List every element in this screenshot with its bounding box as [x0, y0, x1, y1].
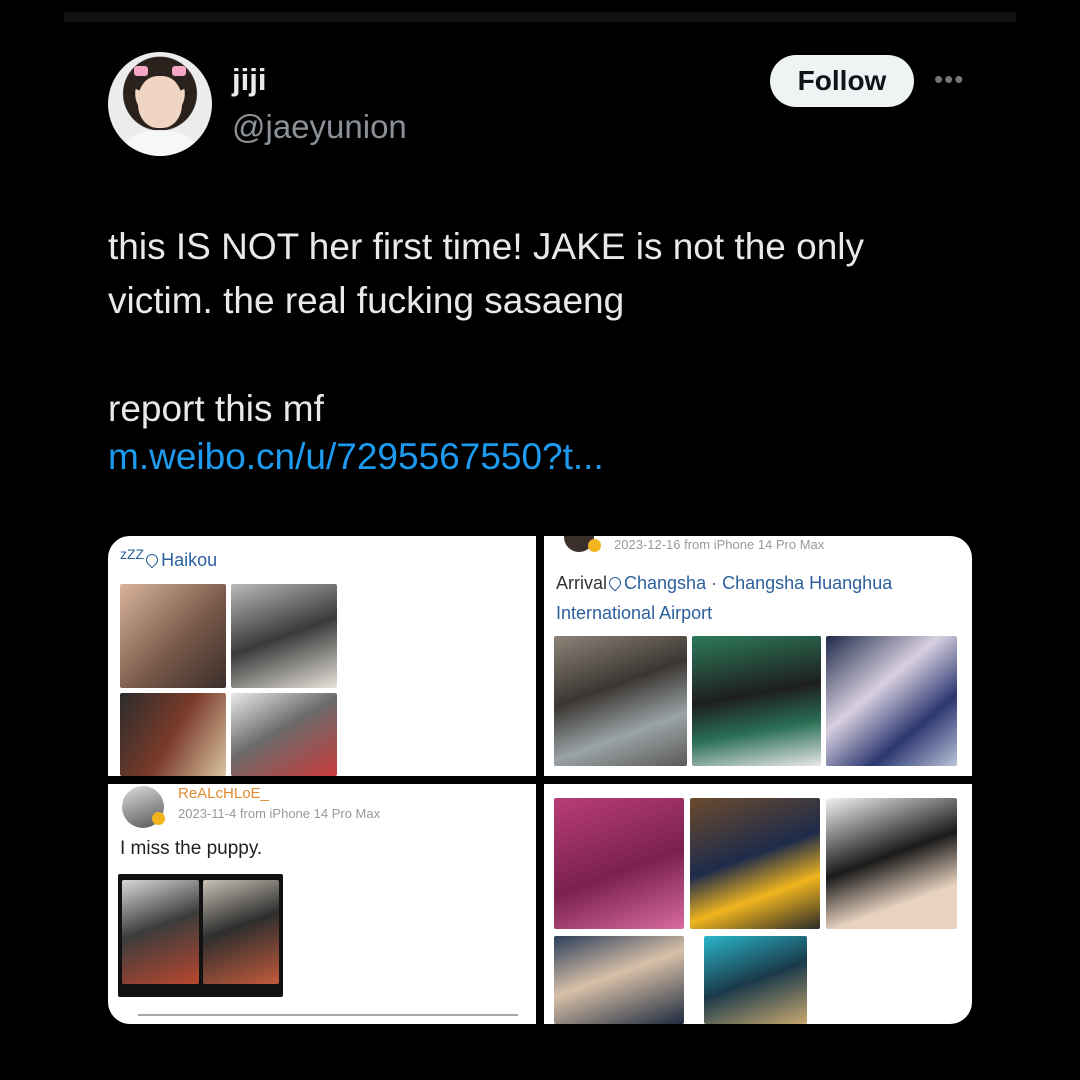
media-image-1[interactable]: zZZ Haikou — [108, 536, 536, 776]
verified-badge-icon — [588, 539, 601, 552]
media-image-4[interactable] — [544, 784, 972, 1024]
media-image-2[interactable]: 2023-12-16 from iPhone 14 Pro Max Arriva… — [544, 536, 972, 776]
poster-name: ReALcHLoE_ — [178, 785, 269, 802]
photo-thumb — [203, 880, 279, 984]
verified-badge-icon — [152, 812, 165, 825]
photo-thumb — [826, 798, 957, 929]
location-label: zZZ Haikou — [120, 546, 217, 571]
follow-button[interactable]: Follow — [770, 55, 914, 107]
top-divider — [64, 12, 1016, 22]
photo-thumb — [554, 798, 684, 929]
photo-thumb — [692, 636, 821, 766]
arrival-label: Arrival — [556, 573, 608, 593]
photo-thumb — [120, 693, 226, 776]
more-horizontal-icon[interactable]: ••• — [934, 64, 974, 94]
photo-thumb — [122, 880, 199, 984]
avatar[interactable] — [108, 52, 212, 156]
photo-thumb — [690, 798, 820, 929]
location-pin-icon — [143, 551, 161, 569]
bow-icon — [134, 66, 148, 76]
display-name[interactable]: jiji — [232, 62, 266, 98]
photo-thumb — [554, 936, 684, 1024]
arrival-location: Arrival Changsha · Changsha Huanghua Inte… — [556, 568, 966, 628]
user-handle[interactable]: @jaeyunion — [232, 108, 407, 146]
tweet-link[interactable]: m.weibo.cn/u/7295567550?t... — [108, 436, 604, 478]
bow-icon — [172, 66, 186, 76]
media-image-3[interactable]: ReALcHLoE_ 2023-11-4 from iPhone 14 Pro … — [108, 784, 536, 1024]
tweet-text-line: this IS NOT her first time! JAKE is not … — [108, 226, 865, 267]
tweet-text-line: victim. the real fucking sasaeng — [108, 280, 625, 321]
tweet-text: this IS NOT her first time! JAKE is not … — [108, 220, 968, 436]
avatar-shirt — [122, 130, 198, 156]
photo-thumb — [554, 636, 687, 766]
photo-thumb — [231, 584, 337, 688]
photo-thumb — [826, 636, 957, 766]
photo-thumb — [120, 584, 226, 688]
location-pin-icon — [606, 574, 624, 592]
post-meta: 2023-11-4 from iPhone 14 Pro Max — [178, 806, 381, 821]
tweet-text-line — [108, 328, 968, 382]
photo-thumb — [704, 936, 807, 1024]
tweet-text-line: report this mf — [108, 388, 324, 429]
sleep-icon: zZZ — [120, 546, 145, 562]
photo-thumb — [231, 693, 337, 776]
media-grid: zZZ Haikou 2023-12-16 from iPhone 14 Pro … — [108, 536, 972, 1024]
avatar-face — [138, 76, 182, 128]
post-text: I miss the puppy. — [120, 838, 263, 859]
post-meta: 2023-12-16 from iPhone 14 Pro Max — [614, 537, 825, 552]
location-text: Haikou — [161, 550, 218, 570]
post-actions — [138, 1014, 518, 1018]
